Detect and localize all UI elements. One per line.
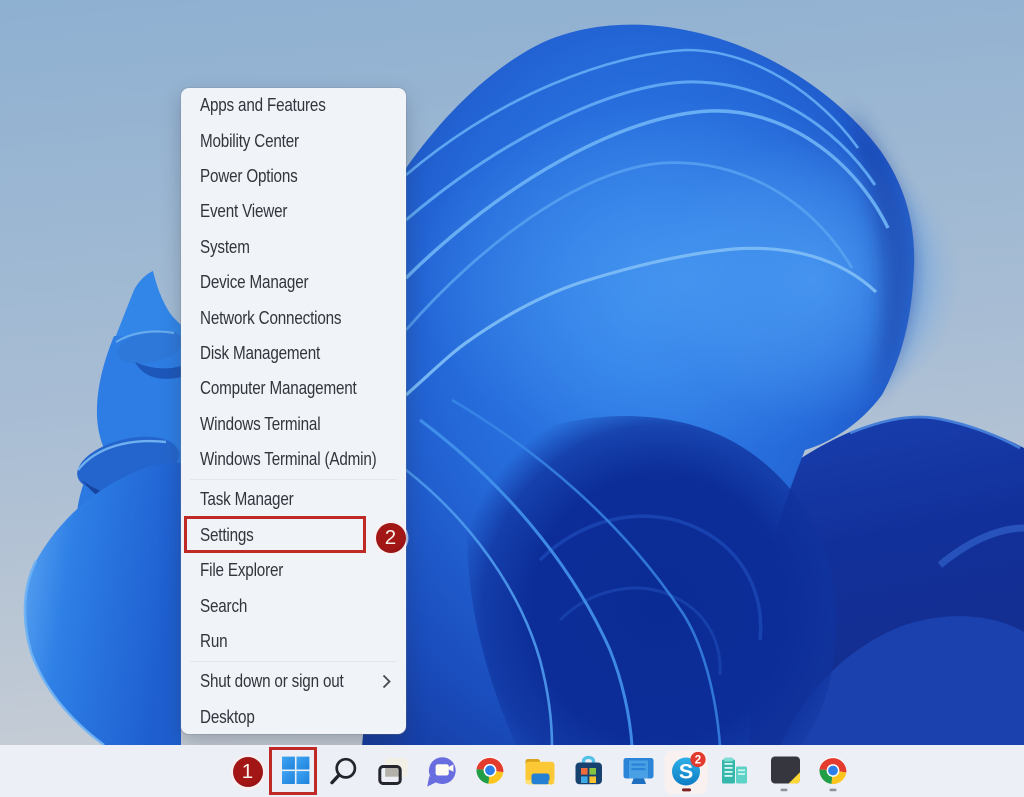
svg-text:S: S (679, 760, 693, 784)
svg-text:2: 2 (695, 755, 701, 767)
